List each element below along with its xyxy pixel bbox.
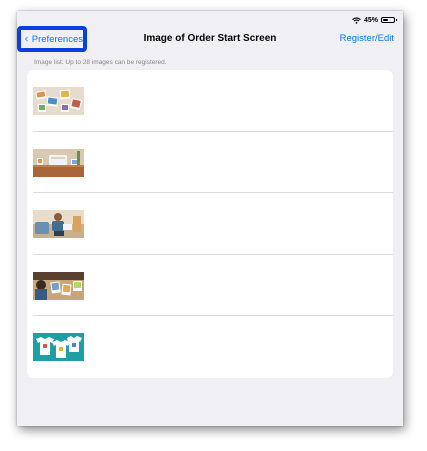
battery-icon bbox=[381, 17, 397, 23]
photo-prints-on-table-thumbnail bbox=[33, 87, 84, 115]
wifi-icon bbox=[352, 17, 361, 24]
status-bar: 45% bbox=[352, 15, 397, 25]
navigation-bar: Preferences Image of Order Start Screen … bbox=[17, 25, 403, 53]
printed-tshirts-on-teal-thumbnail bbox=[33, 333, 84, 362]
printer-on-wooden-desk-thumbnail bbox=[33, 148, 84, 177]
battery-level-fill bbox=[383, 19, 388, 21]
image-list bbox=[27, 70, 393, 378]
register-edit-button[interactable]: Register/Edit bbox=[340, 33, 394, 44]
list-item[interactable] bbox=[33, 255, 393, 317]
image-list-note: Image list: Up to 28 images can be regis… bbox=[34, 59, 167, 66]
list-item[interactable] bbox=[33, 316, 393, 378]
battery-percent: 45% bbox=[363, 16, 378, 24]
list-item[interactable] bbox=[33, 70, 393, 132]
person-sitting-on-sofa-thumbnail bbox=[33, 210, 84, 239]
ipad-screen: 45% Preferences Image of Order Start Scr… bbox=[17, 11, 403, 426]
list-item[interactable] bbox=[33, 132, 393, 194]
list-item[interactable] bbox=[33, 193, 393, 255]
person-at-desk-with-prints-thumbnail bbox=[33, 271, 84, 300]
